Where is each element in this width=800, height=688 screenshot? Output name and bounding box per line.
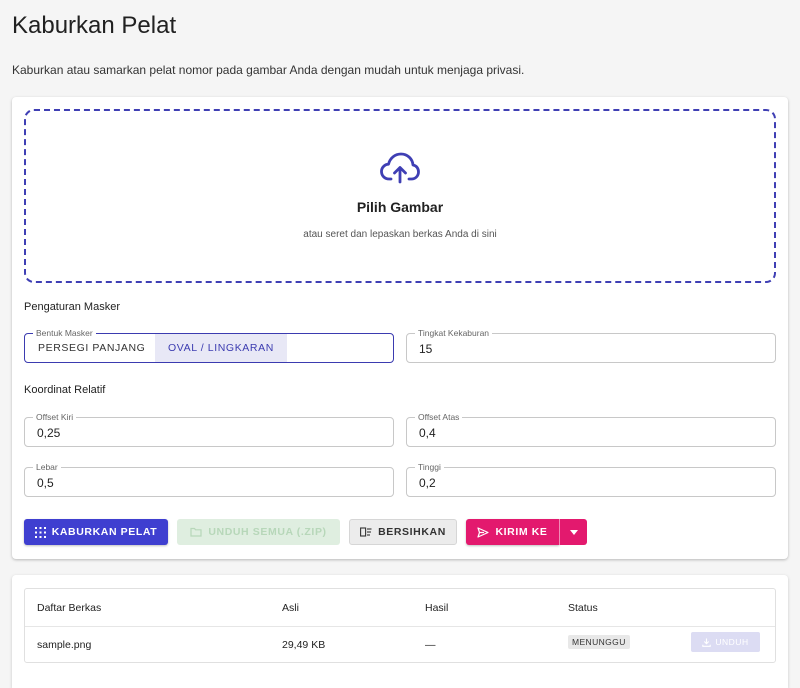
file-result-size: — xyxy=(425,639,436,651)
page-title: Kaburkan Pelat xyxy=(12,12,177,39)
offset-top-field[interactable]: Offset Atas 0,4 xyxy=(406,412,776,447)
offset-left-field[interactable]: Offset Kiri 0,25 xyxy=(24,412,394,447)
file-original-size: 29,49 KB xyxy=(282,639,326,651)
offset-left-value[interactable]: 0,25 xyxy=(37,426,60,440)
file-list-card: Daftar Berkas Asli Hasil Status sample.p… xyxy=(12,575,788,688)
height-label: Tinggi xyxy=(415,462,444,472)
offset-left-label: Offset Kiri xyxy=(33,412,77,422)
blur-plate-label: KABURKAN PELAT xyxy=(51,526,158,538)
blur-level-label: Tingkat Kekaburan xyxy=(415,328,493,338)
clear-button[interactable]: BERSIHKAN xyxy=(349,519,457,545)
download-all-button[interactable]: UNDUH SEMUA (.ZIP) xyxy=(177,519,340,545)
cloud-upload-icon xyxy=(380,152,420,183)
width-value[interactable]: 0,5 xyxy=(37,476,54,490)
mask-settings-heading: Pengaturan Masker xyxy=(24,301,120,313)
relative-coordinates-heading: Koordinat Relatif xyxy=(24,384,106,396)
send-to-label: KIRIM KE xyxy=(495,526,548,538)
shape-option-oval[interactable]: OVAL / LINGKARAN xyxy=(155,334,287,362)
column-header-result: Hasil xyxy=(425,602,449,614)
height-value[interactable]: 0,2 xyxy=(419,476,436,490)
page-description: Kaburkan atau samarkan pelat nomor pada … xyxy=(12,63,525,77)
send-icon xyxy=(477,526,490,538)
send-to-button[interactable]: KIRIM KE xyxy=(466,519,559,545)
folder-icon xyxy=(190,527,202,537)
send-to-menu-toggle[interactable] xyxy=(559,519,587,545)
blur-plate-button[interactable]: KABURKAN PELAT xyxy=(24,519,168,545)
height-field[interactable]: Tinggi 0,2 xyxy=(406,462,776,497)
download-all-label: UNDUH SEMUA (.ZIP) xyxy=(208,526,327,538)
column-header-file-list: Daftar Berkas xyxy=(37,602,102,614)
mask-shape-toggle: Bentuk Masker PERSEGI PANJANG OVAL / LIN… xyxy=(24,328,394,363)
width-label: Lebar xyxy=(33,462,61,472)
clear-label: BERSIHKAN xyxy=(378,526,446,538)
grid-icon xyxy=(34,526,46,538)
file-table: Daftar Berkas Asli Hasil Status sample.p… xyxy=(24,588,776,663)
download-icon xyxy=(702,638,712,647)
offset-top-value[interactable]: 0,4 xyxy=(419,426,436,440)
header-divider xyxy=(25,626,775,627)
clear-list-icon xyxy=(360,527,372,537)
dropzone-title: Pilih Gambar xyxy=(356,198,444,215)
width-field[interactable]: Lebar 0,5 xyxy=(24,462,394,497)
offset-top-label: Offset Atas xyxy=(415,412,463,422)
download-file-label: UNDUH xyxy=(715,637,749,647)
file-name: sample.png xyxy=(37,639,92,651)
column-header-status: Status xyxy=(568,602,598,614)
caret-down-icon xyxy=(569,529,578,535)
blur-level-field[interactable]: Tingkat Kekaburan 15 xyxy=(406,328,776,363)
download-file-button[interactable]: UNDUH xyxy=(691,632,760,652)
column-header-original: Asli xyxy=(282,602,299,614)
dropzone-subtitle: atau seret dan lepaskan berkas Anda di s… xyxy=(303,228,497,240)
status-badge: MENUNGGU xyxy=(568,635,630,649)
blur-level-value[interactable]: 15 xyxy=(419,342,432,356)
shape-option-rectangle[interactable]: PERSEGI PANJANG xyxy=(25,334,158,362)
image-dropzone[interactable]: Pilih Gambar atau seret dan lepaskan ber… xyxy=(24,109,776,283)
settings-card: Pilih Gambar atau seret dan lepaskan ber… xyxy=(12,97,788,559)
